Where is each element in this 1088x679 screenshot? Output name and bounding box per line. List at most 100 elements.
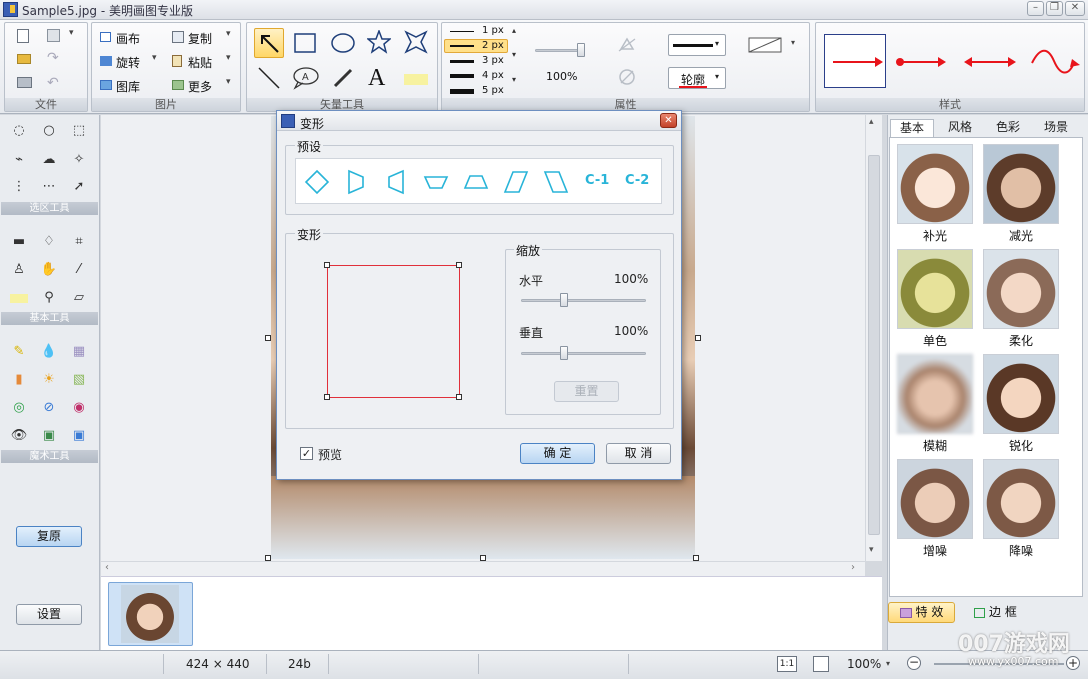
width-option[interactable]: 1 px: [482, 25, 504, 36]
style-arrow-right[interactable]: [824, 34, 886, 88]
gradient-icon[interactable]: ▬: [10, 234, 28, 250]
pen-tool-icon[interactable]: [331, 66, 355, 90]
line-width-list[interactable]: 1 px 2 px 3 px 4 px 5 px: [444, 24, 510, 100]
style-double-arrow[interactable]: [964, 51, 1016, 73]
polygon-lasso-icon[interactable]: ⌁: [10, 152, 28, 168]
rectangle-tool-icon[interactable]: [293, 32, 317, 54]
ellipse-select-icon[interactable]: ○: [40, 123, 58, 139]
horizontal-select-icon[interactable]: ⋯: [40, 179, 58, 195]
preset-parallelogram-right-icon[interactable]: [503, 169, 529, 195]
eye-icon[interactable]: 👁: [10, 428, 28, 444]
vertical-select-icon[interactable]: ⋮: [10, 179, 28, 195]
magic-wand-icon[interactable]: ✧: [70, 152, 88, 168]
tab-style[interactable]: 风格: [938, 119, 982, 137]
brightness-icon[interactable]: ☀: [40, 372, 58, 388]
transform-preview-box[interactable]: [327, 265, 460, 398]
more-dropdown-icon[interactable]: ▾: [226, 77, 231, 87]
redeye-icon[interactable]: ◎: [10, 400, 28, 416]
preset-taper-left-icon[interactable]: [383, 169, 409, 195]
settings-button[interactable]: 设置: [16, 604, 82, 625]
fit-window-icon[interactable]: [813, 656, 829, 672]
magnifier-icon[interactable]: ⚲: [40, 290, 58, 306]
text-tool-button[interactable]: A: [368, 65, 385, 92]
shape-fill-icon[interactable]: [748, 37, 784, 55]
paint-bucket-icon[interactable]: ♢: [40, 234, 58, 250]
effect-soften[interactable]: [983, 249, 1059, 329]
zoom-out-icon[interactable]: −: [907, 656, 921, 670]
restore-button[interactable]: ❐: [1046, 1, 1063, 16]
scroll-down-arrow-icon[interactable]: ▾: [869, 545, 874, 555]
gallery-button[interactable]: 图库: [116, 78, 140, 95]
width-option[interactable]: 4 px: [482, 70, 504, 81]
opacity-slider-thumb[interactable]: [577, 43, 585, 57]
brush-icon[interactable]: ✎: [10, 344, 28, 360]
preset-taper-right-icon[interactable]: [343, 169, 369, 195]
picture-icon[interactable]: ▣: [70, 428, 88, 444]
horizontal-slider-thumb[interactable]: [560, 293, 568, 307]
canvas-button[interactable]: 画布: [116, 30, 140, 47]
preset-c1-button[interactable]: C-1: [585, 173, 609, 188]
scroll-left-arrow-icon[interactable]: ‹: [105, 562, 109, 573]
zoom-in-icon[interactable]: +: [1066, 656, 1080, 670]
effect-fill-light[interactable]: [897, 144, 973, 224]
border-button[interactable]: 边 框: [962, 602, 1029, 623]
stamp-icon[interactable]: ♙: [10, 262, 28, 278]
transform-handle-bottom-right[interactable]: [456, 394, 462, 400]
preset-parallelogram-left-icon[interactable]: [543, 169, 569, 195]
restore-original-button[interactable]: 复原: [16, 526, 82, 547]
effect-monochrome[interactable]: [897, 249, 973, 329]
scroll-down-icon[interactable]: ▾: [512, 50, 516, 59]
more-button[interactable]: 更多: [188, 78, 212, 95]
effects-button[interactable]: 特 效: [888, 602, 955, 623]
ellipse-tool-icon[interactable]: [330, 32, 356, 54]
eraser-icon[interactable]: ▱: [70, 290, 88, 306]
effect-denoise[interactable]: [983, 459, 1059, 539]
reset-button[interactable]: 重置: [554, 381, 619, 402]
scroll-up-arrow-icon[interactable]: ▴: [869, 117, 874, 127]
rotate-button[interactable]: 旋转: [116, 54, 140, 71]
paste-dropdown-icon[interactable]: ▾: [226, 53, 231, 63]
expand-icon[interactable]: ▾: [512, 75, 516, 84]
color-adjust-icon[interactable]: ▮: [10, 372, 28, 388]
line-tool-icon[interactable]: [257, 66, 281, 90]
line-style-dropdown-icon[interactable]: ▾: [715, 39, 719, 48]
four-point-star-icon[interactable]: [404, 30, 428, 54]
preview-checkbox[interactable]: ✓: [300, 447, 313, 460]
preset-trapezoid-up-icon[interactable]: [463, 169, 489, 195]
close-button[interactable]: ✕: [1065, 1, 1085, 16]
preset-c2-button[interactable]: C-2: [625, 173, 649, 188]
zoom-dropdown-icon[interactable]: ▾: [886, 659, 890, 668]
lasso-icon[interactable]: ◌: [10, 123, 28, 139]
drop-icon[interactable]: 💧: [40, 344, 58, 360]
landscape-icon[interactable]: ▣: [40, 428, 58, 444]
minimize-button[interactable]: –: [1027, 1, 1044, 16]
style-wave-arrow[interactable]: [1030, 47, 1082, 77]
vertical-scrollbar[interactable]: ▴ ▾: [865, 115, 882, 561]
color-balance-icon[interactable]: ▧: [70, 372, 88, 388]
outline-dropdown-icon[interactable]: ▾: [715, 72, 719, 81]
resize-handle-right[interactable]: [695, 335, 701, 341]
highlighter-icon[interactable]: [10, 294, 28, 303]
eyedropper-icon[interactable]: ⁄: [70, 262, 88, 278]
width-option[interactable]: 3 px: [482, 55, 504, 66]
horizontal-scrollbar[interactable]: ‹ ›: [101, 561, 865, 576]
vertical-slider[interactable]: [521, 352, 646, 355]
effect-reduce-light[interactable]: [983, 144, 1059, 224]
preset-trapezoid-down-icon[interactable]: [423, 169, 449, 195]
transform-handle-bottom-left[interactable]: [324, 394, 330, 400]
save-dropdown-icon[interactable]: ▾: [69, 28, 74, 38]
shape-fill-dropdown-icon[interactable]: ▾: [791, 38, 795, 47]
blend-icon[interactable]: ⊘: [40, 400, 58, 416]
horizontal-slider[interactable]: [521, 299, 646, 302]
crop-icon[interactable]: ⌗: [70, 234, 88, 250]
save-icon[interactable]: [47, 29, 60, 42]
width-option[interactable]: 5 px: [482, 85, 504, 96]
mosaic-icon[interactable]: ▦: [70, 344, 88, 360]
scroll-right-arrow-icon[interactable]: ›: [851, 562, 855, 573]
move-icon[interactable]: ➚: [70, 179, 88, 195]
open-folder-icon[interactable]: [17, 54, 31, 64]
line-arrow-tool[interactable]: [254, 28, 284, 58]
target-icon[interactable]: ◉: [70, 400, 88, 416]
tab-scene[interactable]: 场景: [1034, 119, 1078, 137]
style-dot-arrow[interactable]: [894, 51, 950, 73]
